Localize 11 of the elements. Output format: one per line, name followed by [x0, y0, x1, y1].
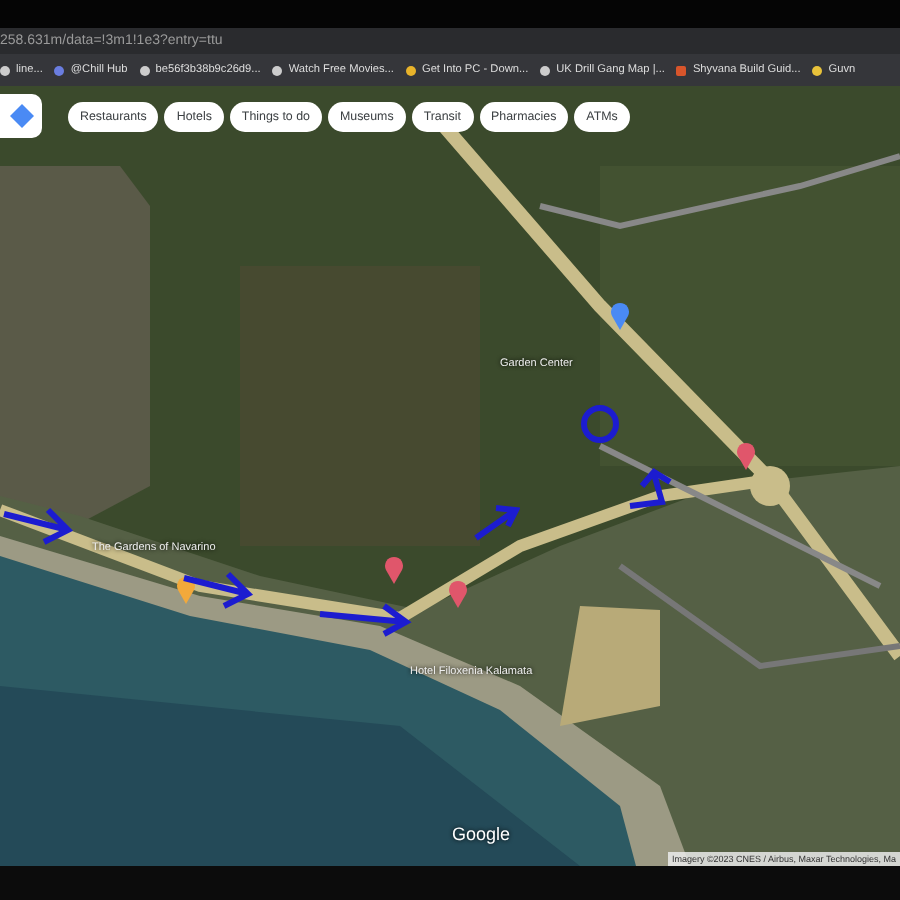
directions-button[interactable]: [0, 94, 42, 138]
hand-drawn-circle: [580, 404, 620, 444]
map-pin-icon[interactable]: [736, 442, 756, 470]
map-pin-icon[interactable]: [610, 302, 630, 330]
hand-drawn-arrow: [316, 602, 416, 638]
map-pin-icon[interactable]: [384, 556, 404, 584]
hand-drawn-arrow: [472, 502, 520, 542]
directions-icon: [9, 104, 33, 128]
map-pin-icon[interactable]: [176, 576, 196, 604]
map-pin-icon[interactable]: [448, 580, 468, 608]
map-logo: Google: [452, 824, 511, 844]
